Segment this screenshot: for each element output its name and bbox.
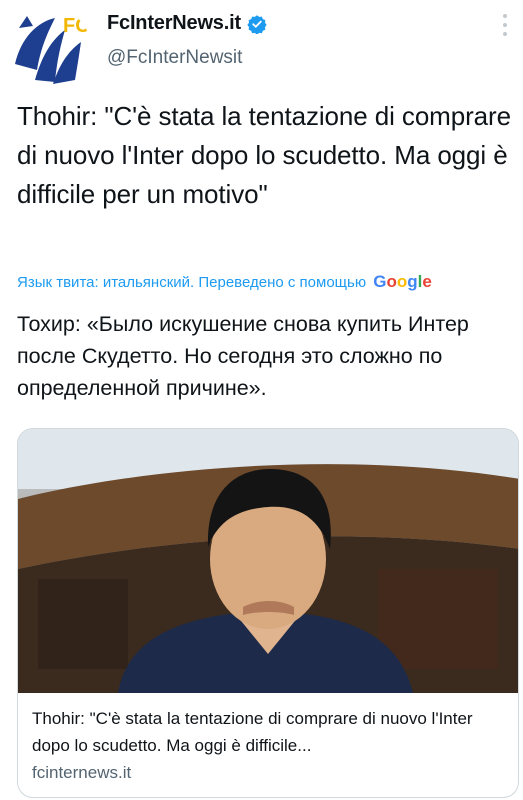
translation-meta-text: Язык твита: итальянский. Переведено с по… <box>17 274 367 291</box>
translation-info: Язык твита: итальянский. Переведено с по… <box>17 272 432 292</box>
fcinternews-logo-icon: FC <box>11 8 91 88</box>
account-avatar[interactable]: FC <box>11 8 91 88</box>
card-image[interactable] <box>18 429 518 693</box>
google-logo-icon: Google <box>373 272 432 291</box>
card-domain[interactable]: fcinternews.it <box>32 763 131 783</box>
card-title[interactable]: Thohir: "C'è stata la tentazione di comp… <box>32 705 508 759</box>
link-preview-card[interactable]: Thohir: "C'è stata la tentazione di comp… <box>17 428 519 798</box>
photo-of-man-icon <box>18 429 518 693</box>
more-options-icon[interactable] <box>501 14 509 36</box>
account-name-row: FcInterNews.it <box>107 12 267 35</box>
tweet-text: Thohir: "C'è stata la tentazione di comp… <box>17 101 511 209</box>
account-display-name[interactable]: FcInterNews.it <box>107 12 241 35</box>
translated-text: Тохир: «Было искушение снова купить Инте… <box>17 312 469 400</box>
account-handle[interactable]: @FcInterNewsit <box>107 47 242 69</box>
verified-badge-icon <box>247 14 267 34</box>
logo-text: FC <box>63 15 90 37</box>
